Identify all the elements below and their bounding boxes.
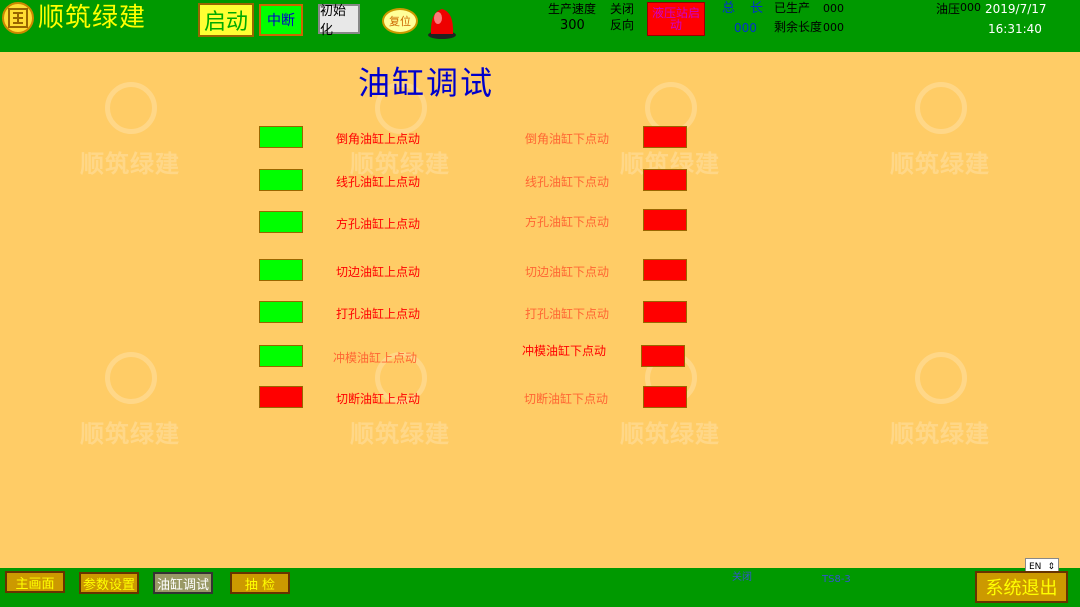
speed-value: 300: [560, 18, 585, 33]
up-jog-indicator[interactable]: [259, 211, 303, 233]
down-jog-indicator[interactable]: [643, 126, 687, 148]
up-jog-indicator[interactable]: [259, 301, 303, 323]
close-label: 关闭: [610, 2, 635, 16]
page-title: 油缸调试: [358, 64, 495, 102]
up-jog-label[interactable]: 倒角油缸上点动: [336, 130, 420, 147]
total-length-value: 000: [734, 21, 757, 35]
date-display: 2019/7/17: [985, 2, 1047, 16]
alarm-lamp-icon: [426, 4, 458, 40]
system-exit-button[interactable]: 系统退出: [975, 571, 1068, 603]
up-jog-indicator[interactable]: [259, 259, 303, 281]
up-jog-label[interactable]: 切断油缸上点动: [336, 390, 420, 407]
up-jog-label[interactable]: 线孔油缸上点动: [336, 173, 420, 190]
watermark-text: 顺筑绿建: [890, 150, 990, 178]
down-jog-label[interactable]: 线孔油缸下点动: [525, 173, 609, 190]
up-jog-label[interactable]: 切边油缸上点动: [336, 263, 420, 280]
watermark-circle-icon: [915, 352, 967, 404]
length-label: 长: [750, 1, 764, 16]
reverse-label[interactable]: 反向: [610, 18, 634, 33]
watermark-text: 顺筑绿建: [620, 420, 720, 448]
down-jog-indicator[interactable]: [643, 301, 687, 323]
top-toolbar: [0, 0, 1080, 52]
up-jog-indicator[interactable]: [259, 126, 303, 148]
nav-cylinder-debug-button[interactable]: 油缸调试: [153, 572, 213, 594]
up-jog-indicator[interactable]: [259, 345, 303, 367]
watermark-logo: 顺筑绿建: [75, 352, 185, 462]
produced-label: 已生产: [774, 1, 811, 15]
down-jog-indicator[interactable]: [643, 209, 687, 231]
watermark-text: 顺筑绿建: [80, 150, 180, 178]
down-jog-indicator[interactable]: [643, 386, 687, 408]
down-jog-label[interactable]: 冲模油缸下点动: [522, 342, 606, 359]
down-jog-indicator[interactable]: [641, 345, 685, 367]
watermark-text: 顺筑绿建: [80, 420, 180, 448]
start-button[interactable]: 启动: [198, 3, 254, 37]
nav-main-screen-button[interactable]: 主画面: [5, 571, 65, 593]
nav-parameter-settings-button[interactable]: 参数设置: [79, 572, 139, 594]
time-display: 16:31:40: [988, 22, 1042, 36]
watermark-logo: 顺筑绿建: [885, 352, 995, 462]
initialize-button[interactable]: 初始化: [318, 4, 360, 38]
up-jog-label[interactable]: 打孔油缸上点动: [336, 305, 420, 322]
remaining-label: 剩余长度: [774, 20, 823, 34]
up-jog-indicator[interactable]: [259, 386, 303, 408]
logo-icon: [2, 2, 34, 34]
oil-pressure-value: 000: [960, 1, 981, 14]
up-jog-indicator[interactable]: [259, 169, 303, 191]
down-jog-label[interactable]: 方孔油缸下点动: [525, 213, 609, 230]
footer-close-text: 关闭: [732, 572, 752, 583]
down-jog-label[interactable]: 打孔油缸下点动: [525, 305, 609, 322]
watermark-circle-icon: [915, 82, 967, 134]
down-jog-indicator[interactable]: [643, 169, 687, 191]
hydraulic-station-start-button[interactable]: 液压站启动: [647, 2, 705, 36]
watermark-logo: 顺筑绿建: [885, 82, 995, 192]
watermark-circle-icon: [105, 352, 157, 404]
down-jog-indicator[interactable]: [643, 259, 687, 281]
interrupt-button[interactable]: 中断: [259, 4, 303, 36]
down-jog-label[interactable]: 切边油缸下点动: [525, 263, 609, 280]
remaining-value: 000: [823, 21, 844, 34]
speed-label: 生产速度: [548, 2, 597, 16]
footer-status-text: TS8-3: [822, 574, 851, 585]
reset-button[interactable]: 复位: [382, 8, 418, 34]
watermark-logo: 顺筑绿建: [75, 82, 185, 192]
watermark-text: 顺筑绿建: [350, 420, 450, 448]
down-jog-label[interactable]: 切断油缸下点动: [524, 390, 608, 407]
nav-sampling-inspection-button[interactable]: 抽 检: [230, 572, 290, 594]
oil-pressure-label: 油压: [936, 2, 961, 16]
down-jog-label[interactable]: 倒角油缸下点动: [525, 130, 609, 147]
watermark-circle-icon: [105, 82, 157, 134]
logo-text: 顺筑绿建: [38, 3, 147, 33]
produced-value: 000: [823, 2, 844, 15]
up-jog-label[interactable]: 冲模油缸上点动: [333, 349, 417, 366]
watermark-logo: 顺筑绿建: [345, 352, 455, 462]
up-jog-label[interactable]: 方孔油缸上点动: [336, 215, 420, 232]
total-label: 总: [722, 1, 736, 16]
watermark-text: 顺筑绿建: [890, 420, 990, 448]
